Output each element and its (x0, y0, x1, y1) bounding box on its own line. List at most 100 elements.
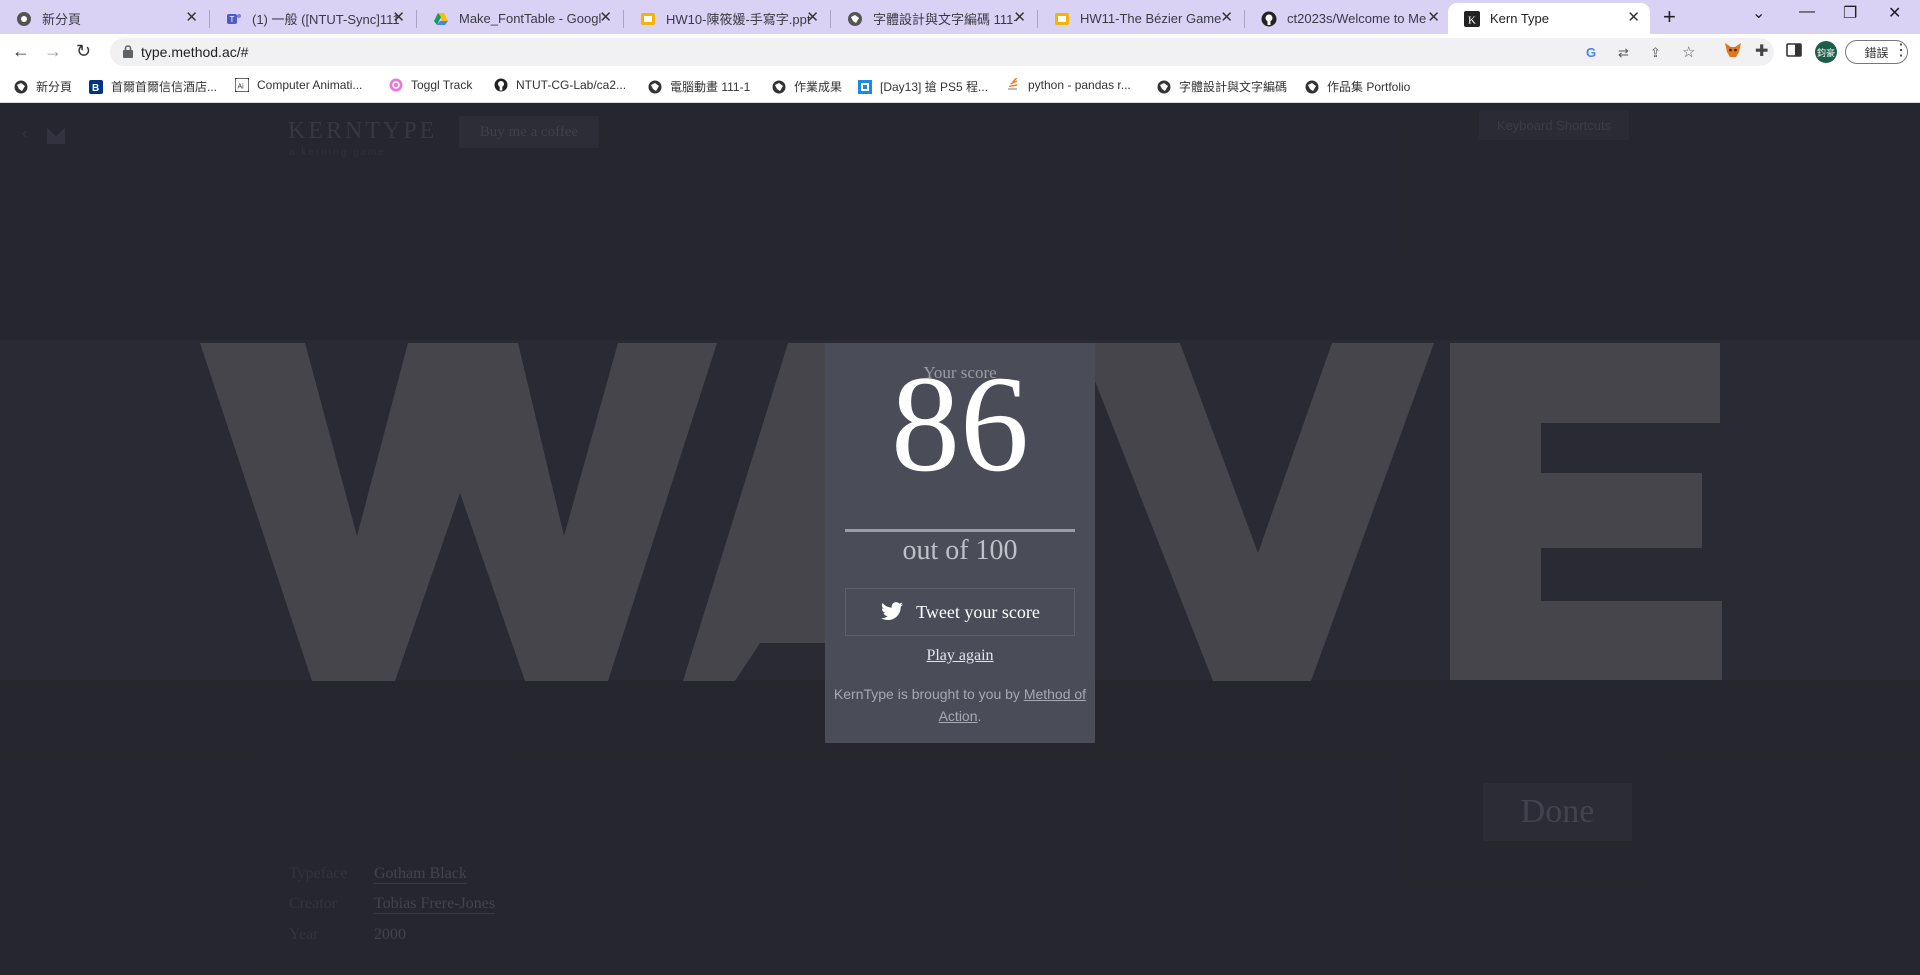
stackoverflow-icon (1006, 78, 1020, 92)
tab-kern-type[interactable]: K Kern Type ✕ (1448, 3, 1650, 34)
bookmark-item[interactable]: B 首爾首爾信信酒店... (89, 78, 217, 95)
close-tab-icon[interactable]: ✕ (599, 10, 612, 26)
bookmark-item[interactable]: Toggl Track (389, 78, 472, 92)
kerntype-k-icon: K (1464, 10, 1480, 27)
side-panel-icon[interactable] (1786, 42, 1802, 63)
illustrator-icon: Ai (235, 78, 249, 92)
bookmark-label: 作品集 Portfolio (1327, 80, 1411, 94)
reload-icon[interactable]: ↻ (76, 41, 91, 62)
tab-title: (1) 一般 ([NTUT-Sync]111 (252, 12, 400, 27)
close-window-icon[interactable]: ✕ (1888, 3, 1901, 23)
close-tab-icon[interactable]: ✕ (185, 10, 198, 26)
tab-title: 字體設計與文字編碼 111- (873, 12, 1018, 27)
creator-value[interactable]: Tobias Frere-Jones (374, 895, 496, 914)
bookmark-item[interactable]: python - pandas r... (1006, 78, 1131, 92)
bookmark-item[interactable]: Ai Computer Animati... (235, 78, 362, 92)
back-arrow-icon[interactable]: ← (12, 41, 30, 62)
google-icon[interactable]: G (1586, 45, 1596, 60)
credit-suffix: . (977, 708, 982, 724)
extensions-puzzle-icon[interactable]: ✚ (1755, 41, 1768, 61)
bookmark-label: python - pandas r... (1028, 78, 1131, 92)
navigation-bar: ← → ↻ type.method.ac/# G ⇄ ⇪ ☆ ✚ ⋮ (0, 34, 1920, 70)
bookmark-item[interactable]: [Day13] 搶 PS5 程... (858, 78, 988, 95)
tab-github[interactable]: ct2023s/Welcome to Me ✕ (1245, 3, 1450, 34)
toggl-icon (389, 78, 403, 92)
bookmark-star-icon[interactable]: ☆ (1682, 43, 1695, 61)
bookmark-label: 首爾首爾信信酒店... (111, 80, 218, 94)
tab-title: HW10-陳筱媛-手寫字.ppt (666, 12, 811, 27)
close-tab-icon[interactable]: ✕ (1013, 10, 1026, 26)
tab-search-icon[interactable]: ⌄ (1752, 3, 1765, 23)
share-icon[interactable]: ⇪ (1650, 45, 1661, 61)
bookmark-item[interactable]: 電腦動畫 111-1 (648, 78, 750, 95)
tweet-label: Tweet your score (916, 601, 1040, 622)
bookmark-item[interactable]: NTUT-CG-Lab/ca2... (494, 78, 626, 92)
github-icon (1261, 11, 1277, 27)
twitter-bird-icon (880, 602, 904, 622)
close-tab-icon[interactable]: ✕ (806, 10, 819, 26)
year-label: Year (289, 926, 319, 943)
divider (845, 529, 1075, 532)
year-value: 2000 (374, 926, 406, 943)
url-text: type.method.ac/# (141, 44, 249, 60)
teams-icon: T (226, 11, 242, 27)
bookmarks-bar: 新分頁 B 首爾首爾信信酒店... Ai Computer Animati...… (0, 70, 1920, 103)
tab-title: 新分頁 (42, 12, 82, 27)
globe-icon (648, 80, 662, 94)
minimize-icon[interactable]: — (1799, 3, 1815, 21)
svg-text:T: T (230, 15, 235, 24)
new-tab-button[interactable]: + (1663, 4, 1676, 30)
booking-icon: B (89, 79, 103, 94)
bookmark-item[interactable]: 作品集 Portfolio (1305, 78, 1410, 95)
credit-prefix: KernType is brought to you by (833, 686, 1024, 702)
close-tab-icon[interactable]: ✕ (392, 10, 405, 26)
error-button[interactable]: 錯誤 (1845, 40, 1908, 64)
avatar[interactable]: 鈞豪 (1815, 41, 1837, 63)
lock-icon (123, 45, 133, 63)
close-tab-icon[interactable]: ✕ (1427, 10, 1440, 26)
close-tab-icon[interactable]: ✕ (1220, 10, 1233, 26)
tab-hw11-slides[interactable]: HW11-The Bézier Game ✕ (1038, 3, 1243, 34)
creator-label: Creator (289, 895, 337, 912)
tab-new-tab[interactable]: 新分頁 ✕ (0, 3, 208, 34)
bookmark-item[interactable]: 新分頁 (14, 78, 72, 95)
done-button[interactable]: Done (1483, 783, 1632, 841)
typeface-value[interactable]: Gotham Black (374, 865, 467, 884)
tab-title: ct2023s/Welcome to Me (1287, 11, 1427, 26)
globe-icon (847, 11, 863, 27)
address-bar[interactable]: type.method.ac/# G ⇄ ⇪ ☆ (110, 38, 1774, 66)
restore-icon[interactable]: ❐ (1843, 3, 1857, 23)
svg-text:K: K (1468, 14, 1476, 26)
close-tab-icon[interactable]: ✕ (1627, 10, 1640, 26)
tab-font-course[interactable]: 字體設計與文字編碼 111- ✕ (831, 3, 1036, 34)
tab-hw10-slides[interactable]: HW10-陳筱媛-手寫字.ppt ✕ (624, 3, 829, 34)
tab-strip: 新分頁 ✕ T (1) 一般 ([NTUT-Sync]111 ✕ Make_Fo… (0, 0, 1920, 34)
tab-title: Kern Type (1490, 11, 1550, 26)
slides-icon (1054, 11, 1070, 27)
globe-icon (14, 80, 28, 94)
play-again-link[interactable]: Play again (825, 647, 1095, 665)
bookmark-item[interactable]: 作業成果 (772, 78, 842, 95)
translate-icon[interactable]: ⇄ (1618, 45, 1629, 61)
credit-text: KernType is brought to you by Method of … (825, 683, 1095, 727)
globe-icon (1305, 80, 1319, 94)
metamask-fox-icon[interactable] (1724, 41, 1742, 64)
github-icon (494, 78, 508, 92)
score-modal: Your score 86 out of 100 Tweet your scor… (825, 343, 1095, 743)
tab-teams[interactable]: T (1) 一般 ([NTUT-Sync]111 ✕ (210, 3, 415, 34)
google-drive-icon (433, 11, 449, 27)
bookmark-item[interactable]: 字體設計與文字編碼 (1157, 78, 1287, 95)
tweet-score-button[interactable]: Tweet your score (845, 588, 1075, 636)
bookmark-label: 電腦動畫 111-1 (670, 80, 751, 94)
typeface-label: Typeface (289, 865, 348, 882)
tab-title: Make_FontTable - Googl (459, 11, 602, 26)
bookmark-label: 字體設計與文字編碼 (1179, 80, 1288, 94)
svg-text:B: B (92, 83, 99, 94)
forward-arrow-icon[interactable]: → (44, 41, 62, 62)
kerntype-page: ‹ KERNTYPE a kerning game Buy me a coffe… (0, 103, 1920, 975)
chrome-icon (16, 11, 32, 27)
slides-icon (640, 11, 656, 27)
globe-icon (1157, 80, 1171, 94)
ithome-icon (858, 79, 872, 94)
tab-google-drive[interactable]: Make_FontTable - Googl ✕ (417, 3, 622, 34)
